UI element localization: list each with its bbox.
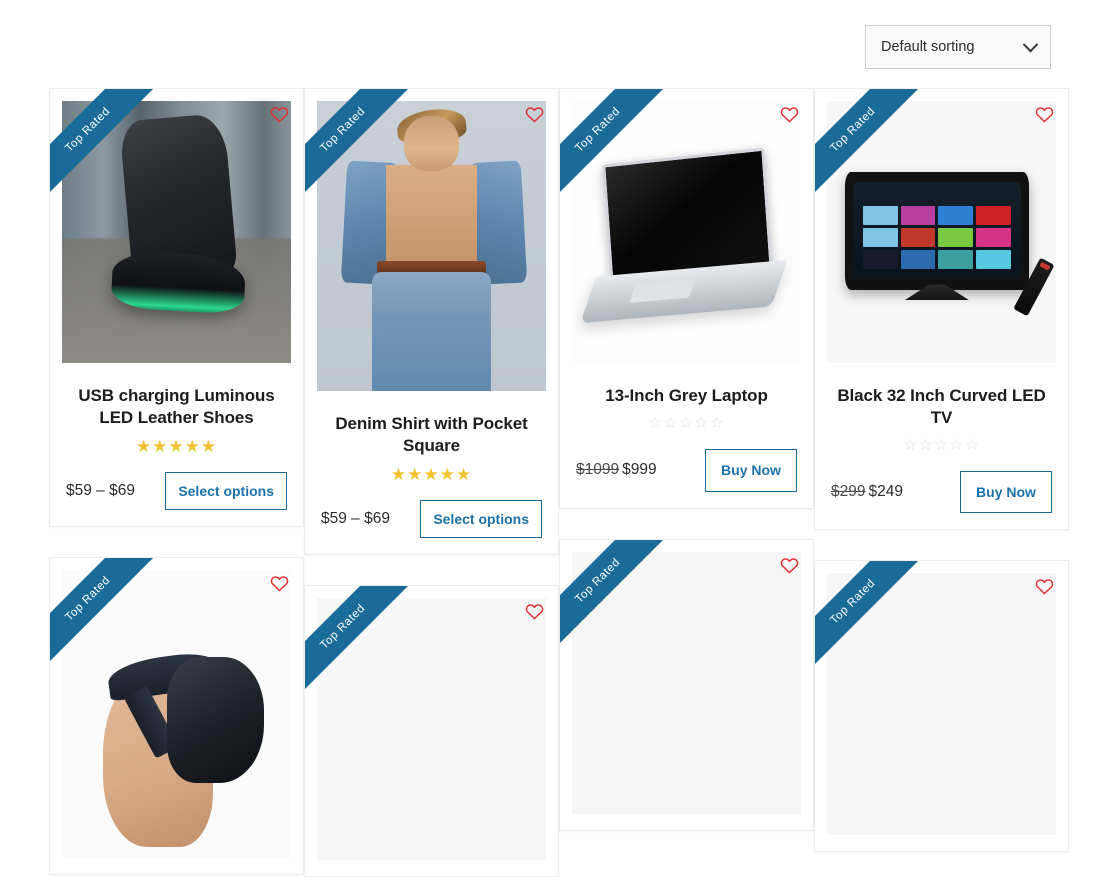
product-price: $1099 $999 (576, 461, 657, 479)
select-options-button[interactable]: Select options (165, 471, 287, 511)
wishlist-heart-icon[interactable] (1035, 105, 1054, 123)
product-column-1: Top Rated USB charging Luminous LED Leat… (49, 88, 304, 877)
wishlist-heart-icon[interactable] (780, 105, 799, 123)
product-title[interactable]: 13-Inch Grey Laptop (576, 385, 797, 407)
product-image[interactable] (827, 101, 1056, 363)
product-price-original: $299 (831, 482, 866, 500)
product-grid: Top Rated USB charging Luminous LED Leat… (0, 88, 1100, 877)
buy-now-button[interactable]: Buy Now (960, 470, 1052, 514)
product-column-4: Top Rated Black 32 Inch Curved LED TV ☆☆… (814, 88, 1069, 877)
product-price-original: $1099 (576, 461, 620, 479)
running-shoes-photo (62, 101, 291, 363)
product-image[interactable] (827, 573, 1056, 836)
product-image[interactable] (572, 101, 801, 363)
grey-laptop-photo (572, 101, 801, 363)
product-column-2: Top Rated Denim Shirt with Pocket Square… (304, 88, 559, 877)
product-card[interactable]: Top Rated Denim Shirt with Pocket Square… (304, 88, 559, 556)
curved-led-tv-photo (827, 101, 1056, 363)
wishlist-heart-icon[interactable] (525, 105, 544, 123)
product-image[interactable] (62, 101, 291, 363)
product-rating-stars: ★★★★★ (390, 464, 473, 484)
product-card[interactable]: Top Rated (559, 538, 814, 831)
product-footer: $59 – $69 Select options (66, 471, 287, 511)
product-price: $59 – $69 (321, 509, 390, 527)
product-image[interactable] (62, 570, 291, 859)
catalog-toolbar: Default sorting (0, 0, 1100, 88)
buy-now-button[interactable]: Buy Now (705, 448, 797, 492)
wishlist-heart-icon[interactable] (780, 556, 799, 574)
wishlist-heart-icon[interactable] (270, 574, 289, 592)
product-footer: $299 $249 Buy Now (831, 470, 1052, 514)
product-image[interactable] (317, 598, 546, 861)
product-title[interactable]: Denim Shirt with Pocket Square (321, 413, 542, 457)
product-title[interactable]: USB charging Luminous LED Leather Shoes (66, 385, 287, 429)
denim-shirt-model-photo (317, 101, 546, 391)
product-card[interactable]: Top Rated (814, 88, 1069, 531)
sort-select-value: Default sorting (881, 39, 975, 55)
product-card[interactable]: Top Rated (814, 560, 1069, 853)
product-rating-stars: ☆☆☆☆☆ (903, 436, 980, 454)
sort-select[interactable]: Default sorting (865, 25, 1051, 69)
product-image[interactable] (317, 101, 546, 391)
product-column-3: Top Rated 13-Inch Grey Laptop ☆☆☆☆☆ $109… (559, 88, 814, 877)
product-card[interactable]: Top Rated USB charging Luminous LED Leat… (49, 88, 304, 528)
product-card[interactable]: Top Rated (49, 557, 304, 876)
product-card[interactable]: Top Rated (304, 585, 559, 877)
wishlist-heart-icon[interactable] (270, 105, 289, 123)
product-title[interactable]: Black 32 Inch Curved LED TV (831, 385, 1052, 429)
product-footer: $1099 $999 Buy Now (576, 448, 797, 492)
product-rating-stars: ★★★★★ (135, 436, 218, 456)
product-price-sale: $999 (622, 461, 657, 479)
product-footer: $59 – $69 Select options (321, 499, 542, 539)
product-image[interactable] (572, 551, 801, 814)
product-rating-stars: ☆☆☆☆☆ (648, 414, 725, 432)
product-price: $299 $249 (831, 483, 903, 501)
chevron-down-icon (1022, 36, 1039, 52)
wishlist-heart-icon[interactable] (1035, 577, 1054, 595)
product-price: $59 – $69 (66, 481, 135, 499)
vr-headset-photo (62, 570, 291, 859)
product-card[interactable]: Top Rated 13-Inch Grey Laptop ☆☆☆☆☆ $109… (559, 88, 814, 509)
product-price-sale: $249 (868, 482, 903, 500)
select-options-button[interactable]: Select options (420, 499, 542, 539)
